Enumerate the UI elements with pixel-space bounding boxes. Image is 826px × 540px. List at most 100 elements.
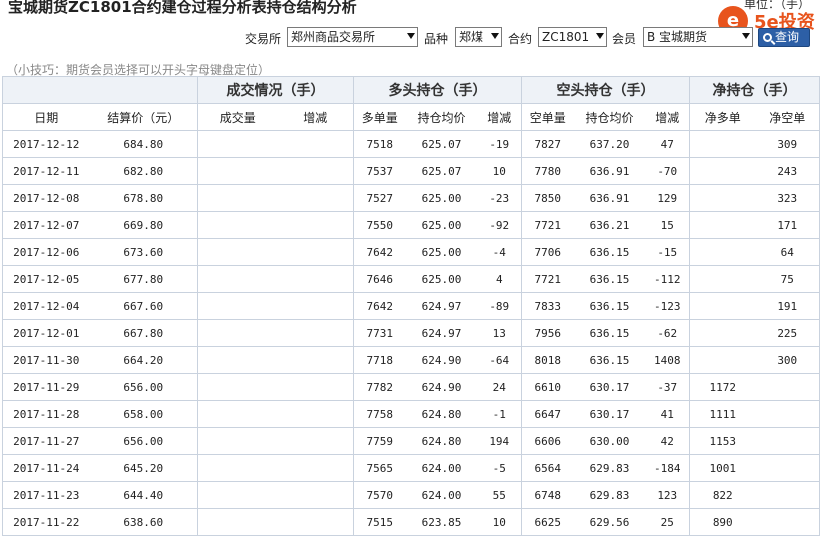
cell-short-avg: 636.15 (573, 238, 646, 266)
cell-long-change: -23 (477, 184, 522, 212)
cell-short-avg: 636.21 (573, 211, 646, 239)
query-button[interactable]: 查询 (758, 28, 810, 47)
query-button-label: 查询 (775, 30, 800, 44)
col-short-qty: 空单量 (521, 103, 574, 131)
contract-select[interactable]: ZC1801 (538, 27, 607, 47)
table-row: 2017-12-12 684.80 7518 625.07 -19 7827 637.20 4… (2, 130, 820, 158)
col-volume: 成交量 (197, 103, 278, 131)
cell-short-qty: 6564 (521, 454, 574, 482)
cell-long-qty: 7527 (353, 184, 406, 212)
cell-date: 2017-11-22 (2, 508, 90, 536)
cell-volume-change (277, 211, 354, 239)
cell-volume-change (277, 265, 354, 293)
cell-net-long (689, 265, 756, 293)
cell-settle: 638.60 (89, 508, 198, 536)
cell-volume (197, 373, 278, 401)
cell-short-change: 123 (645, 481, 690, 509)
cell-settle: 645.20 (89, 454, 198, 482)
cell-short-change: 41 (645, 400, 690, 428)
cell-long-change: -1 (477, 400, 522, 428)
chevron-down-icon (596, 33, 604, 39)
cell-net-long: 1111 (689, 400, 756, 428)
cell-settle: 656.00 (89, 373, 198, 401)
cell-settle: 656.00 (89, 427, 198, 455)
cell-date: 2017-12-04 (2, 292, 90, 320)
cell-settle: 667.80 (89, 319, 198, 347)
cell-short-avg: 636.15 (573, 346, 646, 374)
cell-net-short: 225 (755, 319, 820, 347)
cell-long-change: 55 (477, 481, 522, 509)
variety-select[interactable]: 郑煤 (455, 27, 502, 47)
table-row: 2017-11-27 656.00 7759 624.80 194 6606 630.00 4… (2, 427, 820, 455)
col-short-change: 增减 (645, 103, 690, 131)
cell-volume-change (277, 373, 354, 401)
exchange-select[interactable]: 郑州商品交易所 (287, 27, 418, 47)
cell-date: 2017-12-01 (2, 319, 90, 347)
member-select[interactable]: B 宝城期货 (643, 27, 753, 47)
group-header-net: 净持仓（手） (689, 76, 820, 104)
exchange-select-value: 郑州商品交易所 (291, 30, 376, 44)
position-table: 成交情况（手） 多头持仓（手） 空头持仓（手） 净持仓（手） 日期 结算价（元）… (2, 76, 820, 536)
cell-long-avg: 624.80 (405, 400, 478, 428)
group-header-short: 空头持仓（手） (521, 76, 690, 104)
cell-net-short (755, 427, 820, 455)
cell-short-avg: 629.83 (573, 454, 646, 482)
cell-volume (197, 157, 278, 185)
chevron-down-icon (491, 33, 499, 39)
cell-volume-change (277, 319, 354, 347)
cell-short-qty: 7780 (521, 157, 574, 185)
cell-volume-change (277, 346, 354, 374)
cell-net-short: 309 (755, 130, 820, 158)
filter-bar: 交易所 郑州商品交易所 品种 郑煤 合约 ZC1801 会员 B 宝城期货 查询 (0, 26, 826, 50)
table-row: 2017-11-28 658.00 7758 624.80 -1 6647 630.17 41… (2, 400, 820, 428)
cell-net-short: 75 (755, 265, 820, 293)
cell-net-long (689, 346, 756, 374)
cell-date: 2017-12-11 (2, 157, 90, 185)
cell-long-qty: 7731 (353, 319, 406, 347)
cell-net-long: 1153 (689, 427, 756, 455)
cell-date: 2017-11-27 (2, 427, 90, 455)
table-row: 2017-11-29 656.00 7782 624.90 24 6610 630.17 -3… (2, 373, 820, 401)
col-net-short: 净空单 (755, 103, 820, 131)
cell-long-avg: 625.00 (405, 211, 478, 239)
cell-net-short (755, 373, 820, 401)
table-row: 2017-12-06 673.60 7642 625.00 -4 7706 636.15 -1… (2, 238, 820, 266)
cell-settle: 684.80 (89, 130, 198, 158)
cell-net-short: 171 (755, 211, 820, 239)
cell-volume (197, 211, 278, 239)
cell-net-short: 243 (755, 157, 820, 185)
cell-long-qty: 7565 (353, 454, 406, 482)
cell-volume-change (277, 130, 354, 158)
cell-volume (197, 238, 278, 266)
table-row: 2017-12-11 682.80 7537 625.07 10 7780 636.91 -7… (2, 157, 820, 185)
cell-long-change: -19 (477, 130, 522, 158)
cell-short-qty: 7833 (521, 292, 574, 320)
cell-long-avg: 624.00 (405, 481, 478, 509)
cell-net-long (689, 319, 756, 347)
cell-short-change: 47 (645, 130, 690, 158)
cell-short-qty: 8018 (521, 346, 574, 374)
cell-short-qty: 7721 (521, 211, 574, 239)
table-row: 2017-11-22 638.60 7515 623.85 10 6625 629.56 25… (2, 508, 820, 536)
group-header-trade: 成交情况（手） (197, 76, 354, 104)
cell-short-change: -70 (645, 157, 690, 185)
cell-short-qty: 7721 (521, 265, 574, 293)
cell-long-change: 24 (477, 373, 522, 401)
cell-long-avg: 624.97 (405, 319, 478, 347)
cell-net-long (689, 292, 756, 320)
cell-net-long (689, 184, 756, 212)
table-row: 2017-12-01 667.80 7731 624.97 13 7956 636.15 -6… (2, 319, 820, 347)
cell-volume (197, 454, 278, 482)
cell-short-change: -15 (645, 238, 690, 266)
cell-long-change: 10 (477, 157, 522, 185)
cell-long-avg: 624.90 (405, 373, 478, 401)
contract-label: 合约 (508, 32, 533, 46)
cell-net-long: 1001 (689, 454, 756, 482)
cell-short-avg: 629.56 (573, 508, 646, 536)
cell-net-short: 64 (755, 238, 820, 266)
cell-long-avg: 624.00 (405, 454, 478, 482)
cell-long-avg: 624.97 (405, 292, 478, 320)
chevron-down-icon (407, 33, 415, 39)
cell-short-qty: 7827 (521, 130, 574, 158)
cell-long-avg: 625.00 (405, 238, 478, 266)
